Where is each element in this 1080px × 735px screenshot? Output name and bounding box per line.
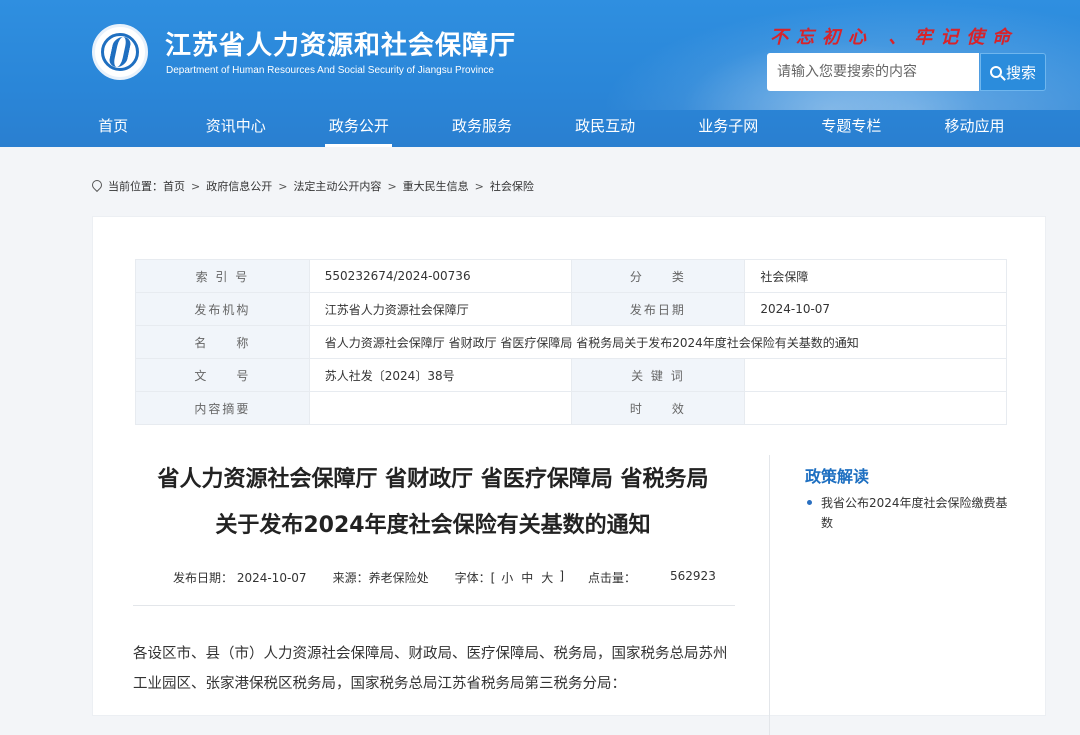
sidebar-link-label: 我省公布2024年度社会保险缴费基数 — [821, 496, 1008, 530]
font-large-button[interactable]: 大 — [541, 569, 553, 586]
search-button-label: 搜索 — [1005, 63, 1036, 82]
meta-value — [744, 391, 1007, 425]
bullet-icon — [807, 500, 812, 505]
search-input[interactable] — [767, 53, 979, 91]
meta-value: 苏人社发〔2024〕38号 — [308, 358, 572, 392]
nav-item-subnets[interactable]: 业务子网 — [667, 106, 790, 147]
font-medium-button[interactable]: 中 — [521, 569, 533, 586]
column-divider — [769, 455, 770, 735]
nav-item-home[interactable]: 首页 — [52, 106, 174, 147]
nav-item-gov-info[interactable]: 政务公开 — [297, 106, 420, 147]
table-row: 文 号 苏人社发〔2024〕38号 关 键 词 — [135, 358, 1007, 392]
site-subtitle: Department of Human Resources And Social… — [166, 65, 494, 76]
table-row: 发布机构 江苏省人力资源社会保障厅 发布日期 2024-10-07 — [135, 292, 1007, 326]
table-row: 名 称 省人力资源社会保障厅 省财政厅 省医疗保障局 省税务局关于发布2024年… — [135, 325, 1008, 359]
meta-key: 关 键 词 — [570, 358, 746, 392]
sidebar-title: 政策解读 — [805, 467, 870, 486]
hits-label: 点击量： — [588, 571, 637, 585]
meta-value: 江苏省人力资源社会保障厅 — [308, 292, 572, 326]
breadcrumb-item[interactable]: 法定主动公开内容 — [293, 178, 381, 194]
meta-value — [308, 391, 572, 425]
article-info-line: 发布日期： 2024-10-07 来源：养老保险处 字体：[ 小 中 大 ] 点… — [173, 569, 716, 586]
meta-key: 文 号 — [135, 358, 310, 392]
meta-key: 发布机构 — [135, 292, 310, 326]
breadcrumb-item[interactable]: 重大民生信息 — [403, 178, 469, 194]
chevron-right-icon: > — [474, 179, 484, 193]
chevron-right-icon: > — [278, 179, 288, 193]
font-small-button[interactable]: 小 — [501, 569, 513, 586]
breadcrumb-label: 当前位置： — [108, 180, 163, 193]
nav-item-interaction[interactable]: 政民互动 — [544, 106, 667, 147]
breadcrumb-item[interactable]: 政府信息公开 — [206, 178, 272, 194]
meta-key: 索 引 号 — [135, 259, 310, 293]
meta-value: 社会保障 — [744, 259, 1007, 293]
hits-count: 562923 — [670, 569, 716, 583]
meta-value — [744, 358, 1007, 392]
nav-item-topics[interactable]: 专题专栏 — [790, 106, 913, 147]
article-title-line: 关于发布2024年度社会保险有关基数的通知 — [215, 513, 651, 538]
site-title: 江苏省人力资源和社会保障厅 — [165, 31, 517, 61]
main-nav: 首页 资讯中心 政务公开 政务服务 政民互动 业务子网 专题专栏 移动应用 — [0, 106, 1080, 147]
divider — [133, 605, 735, 606]
site-header: 江苏省人力资源和社会保障厅 Department of Human Resour… — [0, 0, 1080, 147]
search-icon — [989, 66, 1002, 78]
document-meta-table: 索 引 号 550232674/2024-00736 分 类 社会保障 发布机构… — [135, 259, 1008, 425]
article-title: 省人力资源社会保障厅 省财政厅 省医疗保障局 省税务局 关于发布2024年度社会… — [133, 457, 733, 549]
meta-key: 时 效 — [570, 391, 746, 425]
nav-item-mobile[interactable]: 移动应用 — [913, 106, 1036, 147]
breadcrumb-item[interactable]: 首页 — [163, 178, 185, 194]
breadcrumb: 当前位置： 首页 > 政府信息公开 > 法定主动公开内容 > 重大民生信息 > … — [89, 177, 534, 194]
meta-key: 发布日期 — [570, 292, 746, 326]
meta-key: 内容摘要 — [135, 391, 310, 425]
slogan: 不忘初心 、牢记使命 — [770, 27, 1019, 48]
site-logo-icon[interactable] — [92, 24, 148, 80]
article-source: 来源：养老保险处 — [332, 571, 429, 585]
article-body: 各设区市、县（市）人力资源社会保障局、财政局、医疗保障局、税务局，国家税务总局苏… — [133, 646, 728, 692]
meta-key: 分 类 — [570, 259, 746, 293]
meta-value: 省人力资源社会保障厅 省财政厅 省医疗保障局 省税务局关于发布2024年度社会保… — [308, 325, 1008, 359]
meta-value: 550232674/2024-00736 — [308, 259, 572, 293]
article-card: 索 引 号 550232674/2024-00736 分 类 社会保障 发布机构… — [92, 216, 1046, 735]
breadcrumb-item[interactable]: 社会保险 — [490, 178, 534, 194]
meta-key: 名 称 — [135, 325, 310, 359]
location-pin-icon — [89, 177, 105, 193]
table-row: 内容摘要 时 效 — [135, 391, 1007, 425]
chevron-right-icon: > — [191, 179, 201, 193]
publish-date: 发布日期： 2024-10-07 — [173, 571, 307, 585]
nav-item-services[interactable]: 政务服务 — [420, 106, 543, 147]
chevron-right-icon: > — [387, 179, 397, 193]
article-title-line: 省人力资源社会保障厅 省财政厅 省医疗保障局 省税务局 — [157, 467, 709, 492]
search-button[interactable]: 搜索 — [980, 53, 1046, 91]
sidebar-link[interactable]: 我省公布2024年度社会保险缴费基数 — [805, 493, 1010, 533]
table-row: 索 引 号 550232674/2024-00736 分 类 社会保障 — [135, 259, 1007, 293]
nav-item-news[interactable]: 资讯中心 — [174, 106, 297, 147]
font-size-label: 字体：[ — [454, 571, 496, 585]
meta-value: 2024-10-07 — [744, 292, 1007, 326]
